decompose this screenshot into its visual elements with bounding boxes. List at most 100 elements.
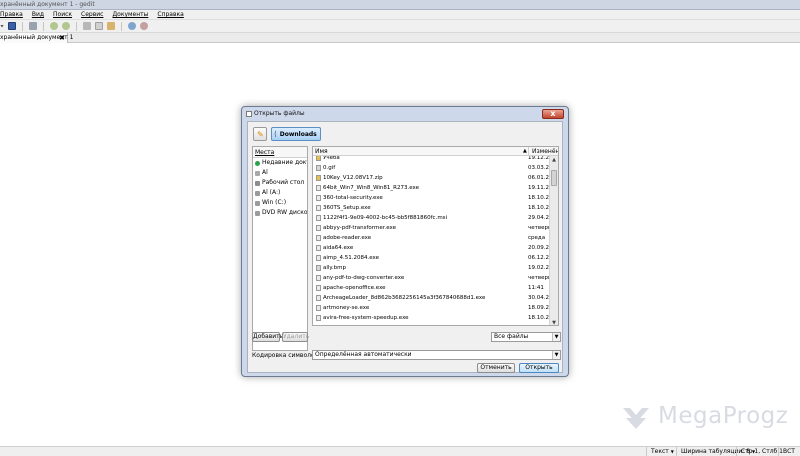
file-row[interactable]: avira-free-system-speedup.exe 18.10.2019 — [313, 313, 558, 323]
menu-view[interactable]: Вид — [32, 10, 44, 19]
exe-file-icon — [316, 285, 321, 291]
place-label: DVD RW дисковод — [262, 209, 307, 216]
file-list-header: Имя ▲ Изменён — [313, 147, 558, 156]
place-label: Win (C:) — [262, 199, 287, 206]
place-dvd[interactable]: DVD RW дисковод — [253, 208, 307, 218]
exe-file-icon — [316, 245, 321, 251]
file-row[interactable]: artmoney-se.exe 18.09.2019 — [313, 303, 558, 313]
toolbar-separator — [76, 21, 77, 31]
file-list: Учеба 19.12.2018 0.gif 03.03.2019 10Key_V12.… — [313, 153, 558, 323]
cut-icon[interactable] — [83, 22, 91, 30]
place-home[interactable]: Al — [253, 168, 307, 178]
place-drive-a[interactable]: Al (A:) — [253, 188, 307, 198]
open-files-dialog: Открыть файлы x ✎ ⟨ Downloads Места Неда… — [241, 106, 569, 377]
place-recent[interactable]: Недавние документы — [253, 158, 307, 168]
copy-icon[interactable] — [95, 22, 103, 30]
menu-search[interactable]: Поиск — [53, 10, 72, 19]
remove-bookmark-button[interactable]: Удалить — [282, 332, 309, 342]
scroll-up-icon[interactable]: ▲ — [550, 156, 558, 164]
undo-icon[interactable] — [50, 22, 58, 30]
file-name: adobe-reader.exe — [323, 235, 372, 241]
encoding-label: Кодировка символов: — [252, 352, 321, 359]
msi-file-icon — [316, 215, 321, 221]
file-modified: среда — [528, 235, 546, 241]
file-row[interactable]: ArcheageLoader_8d862b3682256145a3f367840… — [313, 293, 558, 303]
file-filter-combo[interactable]: Все файлы ▼ — [491, 332, 561, 342]
exe-file-icon — [316, 225, 321, 231]
menu-help[interactable]: Справка — [157, 10, 183, 19]
language-mode-selector[interactable]: Текст ▼ — [646, 447, 674, 456]
place-label: Al — [262, 169, 268, 176]
place-desktop[interactable]: Рабочий стол — [253, 178, 307, 188]
close-dialog-button[interactable]: x — [542, 109, 564, 119]
file-row[interactable]: apache-openoffice.exe 11:41 — [313, 283, 547, 293]
insert-mode: ВСТ — [778, 447, 795, 456]
type-location-button[interactable]: ✎ — [253, 127, 267, 141]
file-name: 64bit_Win7_Win8_Win81_R273.exe — [323, 185, 419, 191]
places-header[interactable]: Места — [253, 147, 307, 158]
file-row[interactable]: 64bit_Win7_Win8_Win81_R273.exe 19.11.2018 — [313, 183, 558, 193]
file-name: 1122f4f1-9e09-4002-bc45-bb5f881860fc.msi — [323, 215, 448, 221]
close-tab-icon[interactable]: ✖ — [59, 33, 65, 43]
menu-documents[interactable]: Документы — [112, 10, 148, 19]
chevron-down-icon: ▼ — [670, 449, 674, 454]
place-label: Недавние документы — [262, 159, 307, 166]
redo-icon[interactable] — [62, 22, 70, 30]
watermark-logo — [623, 408, 649, 429]
file-list-panel: Учеба 19.12.2018 0.gif 03.03.2019 10Key_V12.… — [312, 146, 559, 326]
file-name: aida64.exe — [323, 245, 354, 251]
file-name: artmoney-se.exe — [323, 305, 370, 311]
file-row[interactable]: adobe-reader.exe среда — [313, 233, 547, 243]
toolbar — [0, 20, 800, 33]
recent-icon — [255, 160, 260, 166]
window-title: хранённый документ 1 - gedit — [0, 0, 800, 10]
paste-icon[interactable] — [107, 22, 115, 30]
encoding-combo[interactable]: Определённая автоматически ▼ — [312, 350, 561, 360]
file-row[interactable]: abbyy-pdf-transformer.exe четверг — [313, 223, 551, 233]
print-icon[interactable] — [29, 22, 37, 30]
column-modified-header[interactable]: Изменён — [528, 147, 558, 156]
file-row[interactable]: 10Key_V12.08V17.zip 06.01.2019 — [313, 173, 558, 183]
save-icon[interactable] — [8, 22, 16, 30]
scroll-thumb[interactable] — [551, 170, 557, 186]
pencil-icon: ✎ — [257, 130, 264, 139]
file-row[interactable]: 0.gif 03.03.2019 — [313, 163, 558, 173]
file-row[interactable]: 1122f4f1-9e09-4002-bc45-bb5f881860fc.msi… — [313, 213, 558, 223]
file-name: abbyy-pdf-transformer.exe — [323, 225, 396, 231]
file-row[interactable]: ally.bmp 19.02.2019 — [313, 263, 558, 273]
file-name: 10Key_V12.08V17.zip — [323, 175, 383, 181]
path-back-icon: ⟨ — [274, 130, 277, 138]
menu-edit[interactable]: Правка — [0, 10, 23, 19]
file-row[interactable]: 360TS_Setup.exe 18.10.2019 — [313, 203, 558, 213]
cancel-button[interactable]: Отменить — [477, 363, 515, 373]
find-icon[interactable] — [128, 22, 136, 30]
open-button[interactable]: Открыть — [519, 363, 559, 373]
document-tabs: хранённый документ 1 ✖ — [0, 33, 800, 43]
replace-icon[interactable] — [140, 22, 148, 30]
archive-file-icon — [316, 175, 321, 181]
add-bookmark-button[interactable]: Добавить — [252, 332, 283, 342]
file-list-scrollbar[interactable]: ▲ ▼ — [549, 156, 558, 325]
path-button-downloads[interactable]: ⟨ Downloads — [271, 127, 321, 141]
menu-bar: Правка Вид Поиск Сервис Документы Справк… — [0, 10, 800, 20]
file-row[interactable]: aimp_4.51.2084.exe 06.12.2018 — [313, 253, 558, 263]
open-dropdown-icon[interactable] — [0, 24, 4, 28]
menu-tools[interactable]: Сервис — [81, 10, 103, 19]
exe-file-icon — [316, 195, 321, 201]
path-bar: ✎ ⟨ Downloads — [253, 127, 321, 143]
dvd-drive-icon — [255, 210, 260, 216]
cursor-position: Стр 1, Стлб 1 — [736, 447, 783, 456]
place-drive-c[interactable]: Win (C:) — [253, 198, 307, 208]
dialog-app-icon — [246, 111, 252, 117]
file-name: avira-free-system-speedup.exe — [323, 315, 409, 321]
file-row[interactable]: any-pdf-to-dwg-converter.exe четверг — [313, 273, 551, 283]
tab-document[interactable]: хранённый документ 1 ✖ — [0, 33, 73, 43]
file-row[interactable]: 360-total-security.exe 18.10.2019 — [313, 193, 558, 203]
filter-value: Все файлы — [494, 333, 529, 340]
file-name: any-pdf-to-dwg-converter.exe — [323, 275, 405, 281]
file-row[interactable]: aida64.exe 20.09.2019 — [313, 243, 558, 253]
exe-file-icon — [316, 305, 321, 311]
file-name: apache-openoffice.exe — [323, 285, 386, 291]
scroll-down-icon[interactable]: ▼ — [550, 319, 558, 325]
column-name-header[interactable]: Имя — [315, 147, 328, 156]
